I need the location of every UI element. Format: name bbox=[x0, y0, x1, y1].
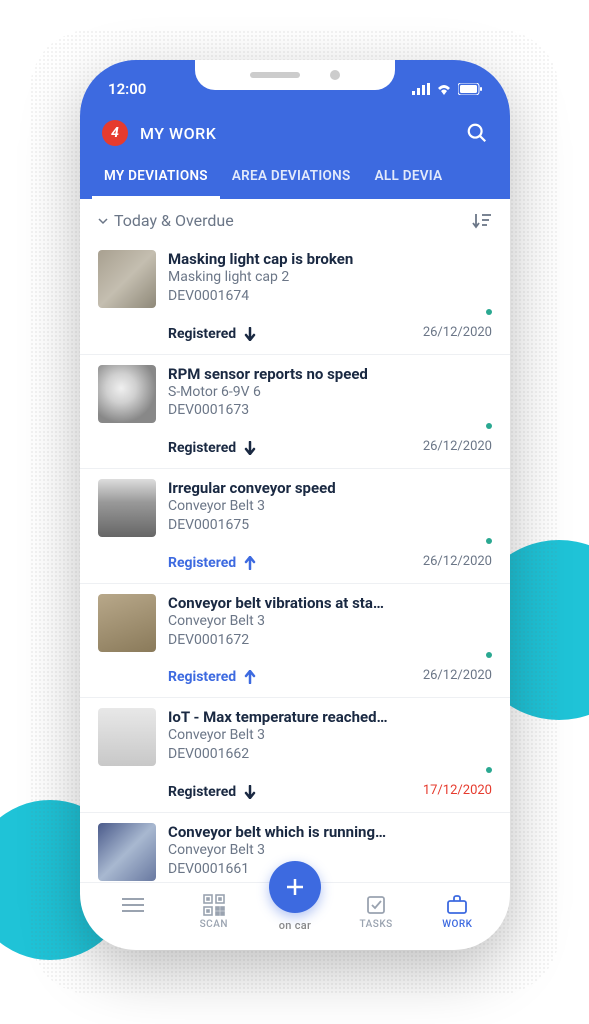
item-status: Registered bbox=[168, 555, 256, 571]
item-thumbnail bbox=[98, 479, 156, 537]
nav-center-label: on car bbox=[279, 919, 311, 932]
status-dot-icon bbox=[486, 652, 492, 658]
list-item[interactable]: Irregular conveyor speed Conveyor Belt 3… bbox=[80, 469, 510, 584]
item-date-col: 26/12/2020 bbox=[423, 308, 492, 342]
plus-icon bbox=[284, 876, 306, 898]
tabs: MY DEVIATIONS AREA DEVIATIONS ALL DEVIA bbox=[80, 158, 510, 199]
arrow-up-icon bbox=[244, 670, 256, 684]
item-thumbnail bbox=[98, 823, 156, 881]
item-date: 26/12/2020 bbox=[423, 325, 492, 340]
phone-frame: 12:00 4 MY WORK MY DEVIATIONS AREA DEVIA… bbox=[80, 60, 510, 950]
nav-scan-label: SCAN bbox=[200, 919, 228, 930]
arrow-down-icon bbox=[244, 441, 256, 455]
arrow-down-icon bbox=[244, 327, 256, 341]
item-title: Conveyor belt vibrations at sta… bbox=[168, 594, 492, 612]
bottom-nav: SCAN on car TASKS WORK bbox=[80, 882, 510, 950]
item-dev-id: DEV0001675 bbox=[168, 516, 492, 535]
sort-icon[interactable] bbox=[472, 212, 492, 230]
item-subtitle: Conveyor Belt 3 bbox=[168, 841, 492, 860]
status-dot-icon bbox=[486, 309, 492, 315]
item-date-col: 17/12/2020 bbox=[423, 766, 492, 800]
item-body: IoT - Max temperature reached… Conveyor … bbox=[168, 708, 492, 800]
item-date-col: 26/12/2020 bbox=[423, 651, 492, 685]
list-item[interactable]: Masking light cap is broken Masking ligh… bbox=[80, 240, 510, 355]
app-logo[interactable]: 4 bbox=[102, 120, 128, 146]
item-date: 26/12/2020 bbox=[423, 668, 492, 683]
item-body: Masking light cap is broken Masking ligh… bbox=[168, 250, 492, 342]
item-dev-id: DEV0001673 bbox=[168, 401, 492, 420]
item-thumbnail bbox=[98, 250, 156, 308]
list-item[interactable]: IoT - Max temperature reached… Conveyor … bbox=[80, 698, 510, 813]
item-dev-id: DEV0001674 bbox=[168, 287, 492, 306]
chevron-down-icon bbox=[98, 216, 108, 226]
item-subtitle: S-Motor 6-9V 6 bbox=[168, 383, 492, 402]
wifi-icon bbox=[436, 83, 452, 95]
signal-icon bbox=[412, 83, 430, 95]
item-subtitle: Conveyor Belt 3 bbox=[168, 726, 492, 745]
item-status: Registered bbox=[168, 440, 256, 456]
item-date: 26/12/2020 bbox=[423, 439, 492, 454]
search-icon[interactable] bbox=[466, 122, 488, 144]
tasks-icon bbox=[365, 894, 387, 916]
phone-notch bbox=[195, 60, 395, 90]
status-time: 12:00 bbox=[108, 80, 146, 98]
item-date-col: 26/12/2020 bbox=[423, 537, 492, 571]
item-subtitle: Masking light cap 2 bbox=[168, 268, 492, 287]
qr-icon bbox=[203, 894, 225, 916]
deviation-list[interactable]: Masking light cap is broken Masking ligh… bbox=[80, 240, 510, 882]
item-status: Registered bbox=[168, 784, 256, 800]
item-title: IoT - Max temperature reached… bbox=[168, 708, 492, 726]
nav-menu[interactable] bbox=[103, 893, 163, 930]
item-subtitle: Conveyor Belt 3 bbox=[168, 497, 492, 516]
nav-work[interactable]: WORK bbox=[427, 893, 487, 930]
item-date: 17/12/2020 bbox=[423, 783, 492, 798]
nav-tasks-label: TASKS bbox=[360, 919, 393, 930]
filter-label: Today & Overdue bbox=[114, 211, 234, 230]
item-body: RPM sensor reports no speed S-Motor 6-9V… bbox=[168, 365, 492, 457]
status-dot-icon bbox=[486, 423, 492, 429]
item-thumbnail bbox=[98, 594, 156, 652]
item-dev-id: DEV0001661 bbox=[168, 860, 492, 879]
fab-add[interactable] bbox=[269, 861, 321, 913]
tab-my-deviations[interactable]: MY DEVIATIONS bbox=[92, 158, 220, 199]
item-dev-id: DEV0001662 bbox=[168, 745, 492, 764]
nav-work-label: WORK bbox=[442, 919, 472, 930]
battery-icon bbox=[458, 83, 482, 95]
tab-all-deviations[interactable]: ALL DEVIA bbox=[363, 158, 455, 199]
nav-scan[interactable]: SCAN bbox=[184, 893, 244, 930]
item-title: Masking light cap is broken bbox=[168, 250, 492, 268]
item-subtitle: Conveyor Belt 3 bbox=[168, 612, 492, 631]
item-title: RPM sensor reports no speed bbox=[168, 365, 492, 383]
filter-dropdown[interactable]: Today & Overdue bbox=[98, 211, 234, 230]
item-title: Irregular conveyor speed bbox=[168, 479, 492, 497]
status-dot-icon bbox=[486, 767, 492, 773]
item-status: Registered bbox=[168, 326, 256, 342]
nav-tasks[interactable]: TASKS bbox=[346, 893, 406, 930]
status-icons bbox=[412, 83, 482, 95]
tab-area-deviations[interactable]: AREA DEVIATIONS bbox=[220, 158, 363, 199]
briefcase-icon bbox=[446, 895, 468, 915]
title-row: 4 MY WORK bbox=[80, 106, 510, 158]
menu-icon bbox=[122, 897, 144, 913]
item-status: Registered bbox=[168, 669, 256, 685]
arrow-down-icon bbox=[244, 785, 256, 799]
list-item[interactable]: Conveyor belt vibrations at sta… Conveyo… bbox=[80, 584, 510, 699]
filter-row: Today & Overdue bbox=[80, 199, 510, 240]
item-title: Conveyor belt which is running… bbox=[168, 823, 492, 841]
item-body: Conveyor belt which is running… Conveyor… bbox=[168, 823, 492, 882]
item-dev-id: DEV0001672 bbox=[168, 631, 492, 650]
item-thumbnail bbox=[98, 708, 156, 766]
nav-center: on car bbox=[265, 891, 325, 932]
item-date-col: 26/12/2020 bbox=[423, 422, 492, 456]
status-dot-icon bbox=[486, 538, 492, 544]
arrow-up-icon bbox=[244, 556, 256, 570]
list-item[interactable]: RPM sensor reports no speed S-Motor 6-9V… bbox=[80, 355, 510, 470]
page-title: MY WORK bbox=[140, 124, 216, 143]
item-body: Irregular conveyor speed Conveyor Belt 3… bbox=[168, 479, 492, 571]
item-body: Conveyor belt vibrations at sta… Conveyo… bbox=[168, 594, 492, 686]
item-date: 26/12/2020 bbox=[423, 554, 492, 569]
item-thumbnail bbox=[98, 365, 156, 423]
